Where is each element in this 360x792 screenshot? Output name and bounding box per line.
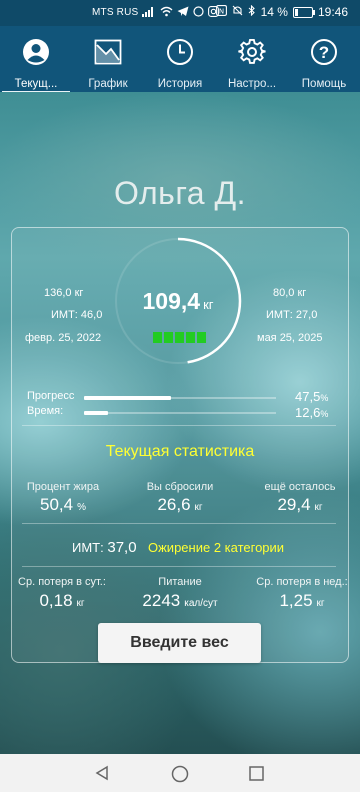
status-right: N 14 % 19:46 <box>215 4 348 19</box>
left-value: 29,4 кг <box>250 495 350 515</box>
back-icon[interactable] <box>94 765 110 781</box>
food-unit: кал/сут <box>184 598 218 609</box>
weekly-loss-number: 1,25 <box>279 591 313 610</box>
status-bar: MTS RUS N 14 % 19:46 <box>0 0 360 26</box>
time-fill <box>84 411 109 415</box>
weekly-loss-label: Ср. потеря в нед.: <box>256 576 348 588</box>
tab-settings[interactable]: Настро... <box>216 26 288 92</box>
tab-help[interactable]: ? Помощь <box>288 26 360 92</box>
signal-icon <box>142 6 156 20</box>
target-weight: 80,0 кг <box>273 287 307 299</box>
progress-blocks <box>153 332 206 343</box>
progress-value-number: 47,5 <box>295 389 321 404</box>
mute-icon <box>232 5 243 19</box>
bmi-value: 37,0 <box>107 539 137 556</box>
enter-weight-button[interactable]: Введите вес <box>98 623 261 663</box>
tab-current[interactable]: Текущ... <box>0 26 72 94</box>
status-icons <box>142 6 219 20</box>
progress-block <box>164 332 173 343</box>
daily-loss-label: Ср. потеря в сут.: <box>18 576 106 588</box>
gear-icon <box>238 38 266 64</box>
left-value-number: 29,4 <box>277 495 311 514</box>
divider-1 <box>22 425 336 426</box>
time-value: 12,6% <box>295 405 328 420</box>
recents-icon[interactable] <box>249 766 264 781</box>
lost-label: Вы сбросили <box>146 481 214 493</box>
daily-loss-number: 0,18 <box>39 591 73 610</box>
clock-time: 19:46 <box>317 5 348 19</box>
lost-value-number: 26,6 <box>157 495 191 514</box>
tab-history[interactable]: История <box>144 26 216 92</box>
time-value-number: 12,6 <box>295 405 321 420</box>
svg-text:N: N <box>218 7 223 15</box>
food-number: 2243 <box>142 591 181 610</box>
fat-unit: % <box>77 502 86 513</box>
bmi-row: ИМТ: 37,0 <box>72 539 137 556</box>
tab-help-label: Помощь <box>301 78 347 90</box>
weekly-loss-unit: кг <box>316 598 325 609</box>
progress-block <box>197 332 206 343</box>
stats-title: Текущая статистика <box>105 443 255 460</box>
carrier-label: MTS RUS <box>92 7 139 18</box>
daily-loss-value: 0,18 кг <box>12 591 112 611</box>
time-percent: % <box>320 409 329 419</box>
target-date: мая 25, 2025 <box>257 332 323 344</box>
nfc-icon: N <box>215 5 227 19</box>
svg-text:?: ? <box>319 43 329 62</box>
system-navigation-bar <box>0 754 360 792</box>
tab-chart[interactable]: График <box>72 26 144 92</box>
time-label: Время: <box>27 405 64 417</box>
fat-value-number: 50,4 <box>40 495 74 514</box>
progress-fill <box>84 396 171 400</box>
food-label: Питание <box>158 576 202 588</box>
bluetooth-icon <box>248 4 256 19</box>
progress-label: Прогресс <box>27 390 75 402</box>
lost-unit: кг <box>194 502 203 513</box>
bmi-label: ИМТ: <box>72 540 104 555</box>
progress-percent: % <box>320 393 329 403</box>
tab-current-label: Текущ... <box>14 78 58 90</box>
target-bmi: ИМТ: 27,0 <box>266 309 318 321</box>
progress-block <box>186 332 195 343</box>
tab-history-label: История <box>157 78 203 90</box>
start-bmi: ИМТ: 46,0 <box>51 309 103 321</box>
clock-icon <box>167 39 193 65</box>
battery-text: 14 % <box>260 5 288 19</box>
lost-value: 26,6 кг <box>134 495 226 515</box>
tab-settings-label: Настро... <box>227 78 277 90</box>
chart-icon <box>94 39 122 65</box>
start-date: февр. 25, 2022 <box>25 332 102 344</box>
progress-block <box>175 332 184 343</box>
battery-icon <box>292 6 315 18</box>
divider-2 <box>22 523 336 524</box>
home-icon[interactable] <box>171 765 189 783</box>
profile-icon <box>23 39 49 65</box>
tab-chart-label: График <box>88 78 128 90</box>
food-value: 2243 кал/сут <box>130 591 230 611</box>
current-weight-unit: кг <box>203 297 214 312</box>
time-track <box>84 412 276 414</box>
divider-3 <box>22 566 336 567</box>
wifi-icon <box>160 6 173 20</box>
fat-label: Процент жира <box>26 481 100 493</box>
user-name: Ольга Д. <box>113 175 247 211</box>
telegram-icon <box>177 6 189 20</box>
left-label: ещё осталось <box>264 481 336 493</box>
daily-loss-unit: кг <box>76 598 85 609</box>
viber-icon <box>193 6 204 20</box>
progress-value: 47,5% <box>295 389 328 404</box>
current-weight: 109,4 кг <box>113 288 243 315</box>
weekly-loss-value: 1,25 кг <box>250 591 354 611</box>
bmi-category: Ожирение 2 категории <box>148 540 285 555</box>
progress-block <box>153 332 162 343</box>
current-weight-value: 109,4 <box>142 288 201 314</box>
top-navigation: Текущ... График История Настро... ? Помо <box>0 26 360 94</box>
left-unit: кг <box>314 502 323 513</box>
start-weight: 136,0 кг <box>44 287 84 299</box>
help-icon: ? <box>311 39 337 65</box>
fat-value: 50,4% <box>18 495 108 515</box>
